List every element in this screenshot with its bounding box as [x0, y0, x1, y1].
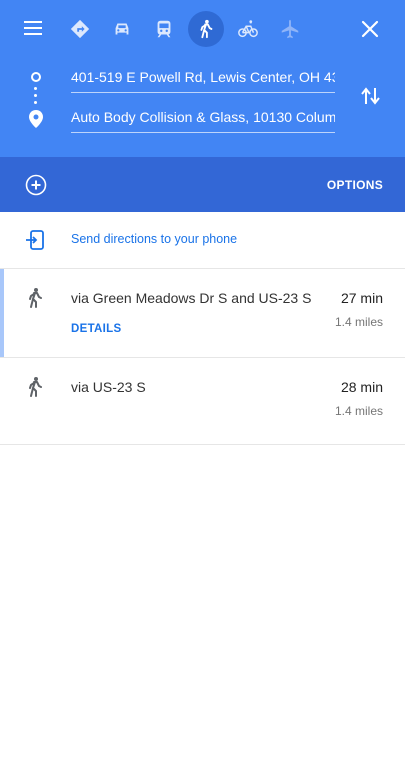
- destination-input[interactable]: Auto Body Collision & Glass, 10130 Colum…: [71, 107, 335, 133]
- options-button[interactable]: OPTIONS: [327, 178, 383, 192]
- route-via-label: via Green Meadows Dr S and US-23 S: [71, 290, 312, 306]
- mode-driving-button[interactable]: [104, 11, 140, 47]
- hamburger-menu-icon[interactable]: [24, 21, 46, 37]
- close-icon[interactable]: [358, 17, 382, 41]
- airplane-icon: [281, 19, 299, 39]
- train-icon: [157, 20, 171, 38]
- mode-walking-button[interactable]: [188, 11, 224, 47]
- route-option-1[interactable]: via Green Meadows Dr S and US-23 S 27 mi…: [0, 269, 405, 358]
- route-via-label: via US-23 S: [71, 379, 146, 395]
- route-duration: 27 min: [340, 290, 383, 306]
- diamond-turn-icon: [70, 19, 90, 39]
- mode-transit-button[interactable]: [146, 11, 182, 47]
- add-destination-button[interactable]: [25, 174, 47, 196]
- add-circle-icon: [25, 174, 47, 196]
- route-option-2[interactable]: via US-23 S 28 min 1.4 miles: [0, 358, 405, 445]
- route-details-link[interactable]: DETAILS: [71, 323, 121, 335]
- walking-person-icon: [200, 19, 213, 39]
- route-distance: 1.4 miles: [334, 404, 383, 418]
- route-distance: 1.4 miles: [334, 315, 383, 329]
- car-icon: [115, 23, 129, 35]
- destination-pin-icon: [29, 110, 43, 128]
- mode-flights-button[interactable]: [272, 11, 308, 47]
- origin-circle-icon: [31, 72, 41, 82]
- bicycle-icon: [238, 20, 258, 38]
- walking-person-icon: [29, 288, 42, 308]
- walking-person-icon: [29, 377, 42, 397]
- mode-cycling-button[interactable]: [230, 11, 266, 47]
- starting-point-input[interactable]: 401-519 E Powell Rd, Lewis Center, OH 43…: [71, 67, 335, 93]
- route-dots-icon: [34, 87, 38, 108]
- send-directions-row[interactable]: Send directions to your phone: [0, 212, 405, 269]
- mode-best-route-button[interactable]: [62, 11, 98, 47]
- route-path-icons: [28, 70, 44, 128]
- swap-vertical-icon[interactable]: [360, 84, 382, 108]
- send-to-phone-icon: [26, 230, 44, 250]
- route-duration: 28 min: [340, 379, 383, 395]
- send-directions-label[interactable]: Send directions to your phone: [71, 232, 237, 246]
- directions-header: 401-519 E Powell Rd, Lewis Center, OH 43…: [0, 0, 405, 157]
